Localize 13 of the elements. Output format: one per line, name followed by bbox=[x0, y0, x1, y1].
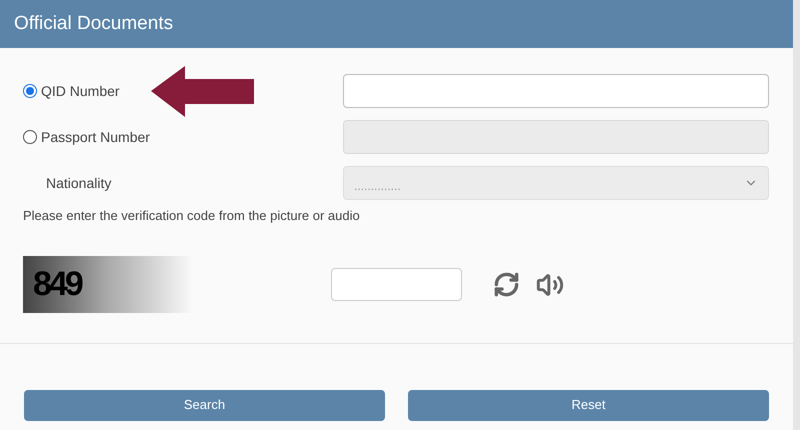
arrow-icon bbox=[151, 66, 254, 117]
radio-option[interactable]: Passport Number bbox=[23, 120, 150, 154]
header-title: Official Documents bbox=[14, 12, 174, 36]
radio-button[interactable] bbox=[23, 130, 37, 144]
captcha-field[interactable] bbox=[331, 268, 462, 301]
radio-button[interactable] bbox=[23, 84, 37, 98]
search-button[interactable]: Search bbox=[24, 390, 385, 420]
text-field[interactable] bbox=[343, 74, 769, 108]
instruction-text: Please enter the verification code from the picture or audio bbox=[23, 207, 361, 225]
reset-button[interactable]: Reset bbox=[408, 390, 769, 420]
nationality-label: Nationality bbox=[45, 174, 112, 193]
refresh-icon[interactable] bbox=[493, 271, 520, 298]
radio-option[interactable]: QID Number bbox=[23, 74, 120, 108]
